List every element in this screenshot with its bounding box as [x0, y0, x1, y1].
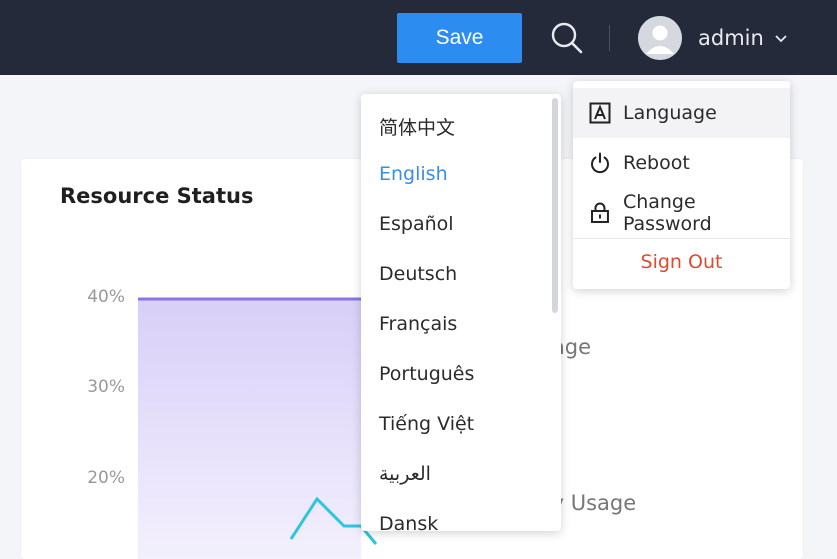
user-dropdown-menu: Language Reboot Change Password Sign Out: [573, 81, 790, 289]
menu-divider: [573, 238, 790, 239]
language-icon: [589, 102, 611, 124]
language-option[interactable]: 简体中文: [379, 113, 455, 140]
language-option[interactable]: Dansk: [379, 513, 438, 531]
top-bar: Save admin: [0, 0, 837, 75]
language-option[interactable]: Tiếng Việt: [379, 413, 474, 435]
language-option-selected[interactable]: English: [379, 163, 448, 185]
avatar: [638, 16, 682, 60]
menu-item-label: Reboot: [623, 152, 690, 174]
language-option[interactable]: Português: [379, 363, 474, 385]
area-fill-top-series: [138, 299, 361, 559]
chevron-down-icon: [775, 35, 787, 43]
header-divider: [609, 25, 610, 51]
menu-item-change-password[interactable]: Change Password: [573, 188, 790, 238]
y-tick-label: 30%: [87, 377, 125, 397]
y-tick-label: 20%: [87, 468, 125, 488]
sign-out-button[interactable]: Sign Out: [573, 251, 790, 273]
menu-item-language[interactable]: Language: [573, 88, 790, 138]
language-option[interactable]: العربية: [379, 463, 431, 485]
user-avatar-icon: [638, 16, 682, 60]
username: admin: [698, 26, 764, 50]
save-button[interactable]: Save: [397, 13, 522, 63]
menu-item-reboot[interactable]: Reboot: [573, 138, 790, 188]
power-icon: [591, 152, 609, 174]
menu-item-label: Language: [623, 102, 717, 124]
language-option[interactable]: Deutsch: [379, 263, 457, 285]
lock-icon: [590, 202, 609, 223]
language-option[interactable]: Français: [379, 313, 457, 335]
user-menu-trigger[interactable]: admin: [638, 15, 788, 61]
y-tick-label: 40%: [87, 287, 125, 307]
language-dropdown: 简体中文 English Español Deutsch Français Po…: [361, 94, 561, 531]
language-option[interactable]: Español: [379, 213, 454, 235]
menu-item-label: Change Password: [622, 191, 712, 235]
search-icon[interactable]: [549, 20, 583, 54]
scrollbar-thumb[interactable]: [552, 98, 558, 313]
